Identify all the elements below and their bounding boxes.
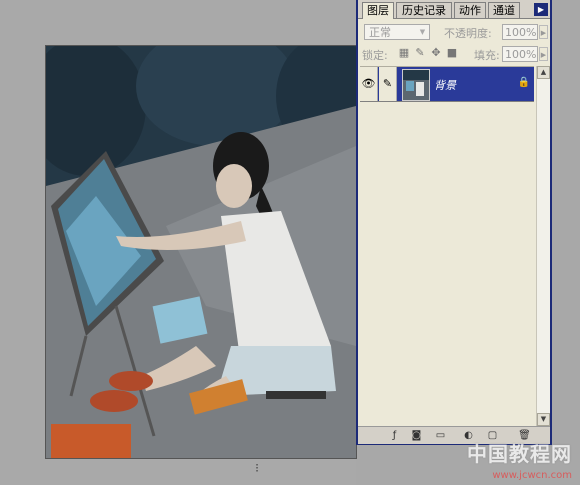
canvas-area: ⁝ [0, 0, 357, 485]
lock-brush-icon[interactable]: ✎ [414, 47, 426, 59]
triangle-right-icon[interactable]: ▶ [534, 3, 548, 16]
tab-history[interactable]: 历史记录 [396, 2, 452, 18]
opacity-value: 100% [505, 26, 537, 39]
layer-name: 背景 [434, 79, 456, 92]
fill-field[interactable]: 100% [502, 46, 538, 62]
panel-tabs: 图层 历史记录 动作 通道 ▶ [358, 0, 550, 19]
scroll-down-icon[interactable]: ▼ [537, 413, 550, 426]
layers-scrollbar[interactable]: ▲ ▼ [536, 66, 550, 426]
eye-icon[interactable]: 👁 [360, 67, 378, 101]
scroll-up-icon[interactable]: ▲ [537, 66, 550, 79]
layers-panel: 图层 历史记录 动作 通道 ▶ 正常 ▼ 不透明度: 100% ▶ 锁定: ▦ … [356, 0, 552, 445]
fill-value: 100% [505, 48, 537, 61]
add-style-icon[interactable]: ƒ [388, 429, 401, 442]
opacity-field[interactable]: 100% [502, 24, 538, 40]
layer-row[interactable]: 👁 ✎ 背景 🔒 [360, 67, 534, 102]
tab-layers[interactable]: 图层 [362, 2, 394, 19]
blend-mode-select[interactable]: 正常 ▼ [364, 24, 430, 40]
document-image[interactable] [45, 45, 357, 459]
tab-actions[interactable]: 动作 [454, 2, 486, 18]
blend-mode-value: 正常 [369, 26, 391, 39]
layers-list: 👁 ✎ 背景 🔒 [360, 66, 534, 427]
lock-fill-row: 锁定: ▦ ✎ ✥ ■ 填充: 100% ▶ [362, 46, 548, 64]
fill-label: 填充: [474, 49, 500, 62]
opacity-label: 不透明度: [444, 27, 492, 40]
opacity-slider-arrow-icon[interactable]: ▶ [539, 25, 548, 39]
watermark-logo: 中国教程网 [467, 442, 572, 466]
fill-slider-arrow-icon[interactable]: ▶ [539, 47, 548, 61]
tab-channels[interactable]: 通道 [488, 2, 520, 18]
blend-opacity-row: 正常 ▼ 不透明度: 100% ▶ [362, 24, 548, 42]
lock-all-icon[interactable]: ■ [446, 47, 458, 59]
new-set-icon[interactable]: ▭ [434, 429, 447, 442]
lock-move-icon[interactable]: ✥ [430, 47, 442, 59]
layer-thumbnail [402, 69, 430, 101]
add-mask-icon[interactable]: ◙ [410, 429, 423, 442]
chevron-down-icon: ▼ [419, 28, 426, 36]
lock-icon: 🔒 [517, 77, 530, 88]
lock-label: 锁定: [362, 49, 388, 62]
watermark-url: www.jcwcn.com [492, 470, 572, 481]
brush-icon[interactable]: ✎ [379, 67, 397, 101]
canvas-resize-grip[interactable]: ⁝ [250, 461, 264, 475]
lock-transparent-icon[interactable]: ▦ [398, 47, 410, 59]
photo-girl-painting [46, 46, 356, 458]
